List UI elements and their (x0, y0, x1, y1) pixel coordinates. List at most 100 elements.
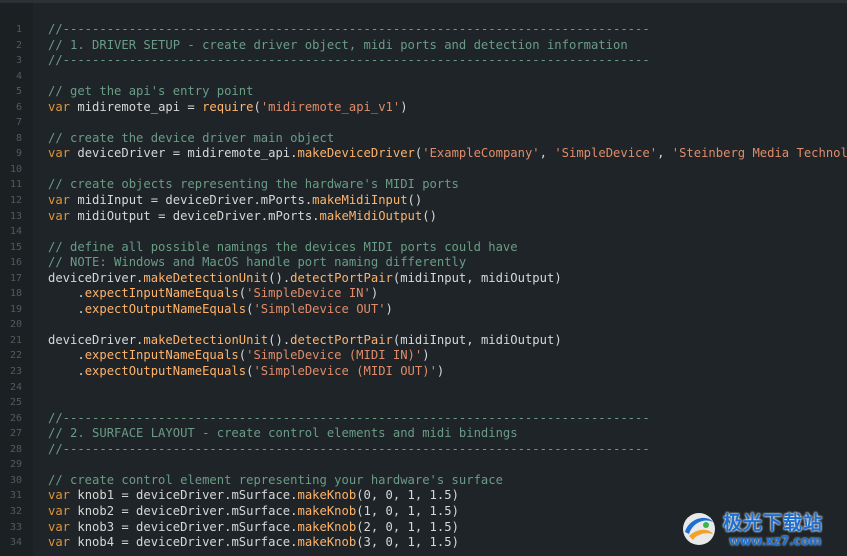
line-number: 27 (9, 428, 22, 440)
code-text: // create the device driver main object (48, 131, 334, 147)
code-token-text: ) (370, 286, 379, 301)
code-token-string: 'SimpleDevice' (554, 146, 658, 161)
code-line[interactable]: 27 // 2. SURFACE LAYOUT - create control … (0, 426, 847, 442)
code-line[interactable]: 13 var midiOutput = deviceDriver.mPorts.m… (0, 209, 847, 225)
code-line[interactable]: 14 (0, 224, 847, 240)
code-line[interactable]: 11 // create objects representing the har… (0, 177, 847, 193)
code-token-func: makeDetectionUnit (143, 270, 269, 285)
code-line[interactable]: 31 var knob1 = deviceDriver.mSurface.make… (0, 488, 847, 504)
code-line[interactable]: 10 (0, 162, 847, 178)
code-line[interactable]: 1 //-------------------------------------… (0, 22, 847, 38)
code-token-comment: //--------------------------------------… (48, 441, 650, 456)
code-line[interactable]: 25 (0, 395, 847, 411)
code-token-comment: //--------------------------------------… (48, 410, 650, 425)
line-number: 6 (15, 101, 22, 113)
code-line[interactable]: 8 // create the device driver main object (0, 131, 847, 147)
watermark-url: www.xz7.com (729, 534, 822, 548)
code-token-text: deviceDriver. (48, 270, 144, 285)
code-token-func: expectOutputNameEquals (84, 301, 247, 316)
code-line[interactable]: 7 (0, 115, 847, 131)
line-number: 19 (9, 303, 22, 315)
code-line[interactable]: 2 // 1. DRIVER SETUP - create driver obje… (0, 38, 847, 54)
code-line[interactable]: 16 // NOTE: Windows and MacOS handle port… (0, 255, 847, 271)
code-token-string: 'SimpleDevice (MIDI OUT)' (253, 364, 437, 379)
code-token-func: makeDeviceDriver (297, 146, 415, 161)
code-token-func: makeDetectionUnit (143, 332, 269, 347)
code-text: .expectOutputNameEquals('SimpleDevice (M… (48, 364, 444, 380)
code-token-text: (3, 0, 1, 1.5) (356, 535, 459, 550)
line-number: 22 (9, 350, 22, 362)
line-number: 29 (9, 459, 22, 471)
code-token-text: knob3 = deviceDriver.mSurface. (70, 519, 298, 534)
code-line[interactable]: 3 //-------------------------------------… (0, 53, 847, 69)
code-token-keyword: var (48, 519, 71, 534)
code-token-keyword: var (48, 503, 71, 518)
line-number: 25 (9, 397, 22, 409)
code-token-text: . (48, 364, 85, 379)
code-line[interactable]: 9 var deviceDriver = midiremote_api.makeD… (0, 146, 847, 162)
code-token-string: 'ExampleCompany' (422, 146, 540, 161)
code-editor[interactable]: 1 //-------------------------------------… (0, 0, 847, 556)
code-token-keyword: var (48, 99, 71, 114)
code-line[interactable]: 4 (0, 69, 847, 85)
code-line[interactable]: 20 (0, 317, 847, 333)
code-text: // 2. SURFACE LAYOUT - create control el… (48, 426, 518, 442)
code-area[interactable]: 1 //-------------------------------------… (0, 22, 847, 551)
line-number: 4 (15, 70, 22, 82)
line-number: 1 (15, 24, 22, 35)
code-token-func: makeKnob (297, 488, 357, 503)
line-number: 13 (9, 210, 22, 222)
code-line[interactable]: 22 .expectInputNameEquals('SimpleDevice … (0, 348, 847, 364)
code-text: // NOTE: Windows and MacOS handle port n… (48, 255, 466, 271)
code-text: var midiOutput = deviceDriver.mPorts.mak… (48, 209, 437, 225)
code-token-comment: // 2. SURFACE LAYOUT - create control el… (48, 426, 518, 441)
code-token-func: makeKnob (297, 503, 357, 518)
line-number: 21 (9, 334, 22, 346)
code-line[interactable]: 28 //------------------------------------… (0, 442, 847, 458)
line-number: 12 (9, 195, 22, 207)
code-line[interactable]: 23 .expectOutputNameEquals('SimpleDevice… (0, 364, 847, 380)
code-text: var knob4 = deviceDriver.mSurface.makeKn… (48, 535, 459, 551)
code-token-text: ) (436, 364, 445, 379)
code-token-func: detectPortPair (290, 332, 393, 347)
code-text: // create control element representing y… (48, 473, 503, 489)
code-token-text: () (422, 208, 437, 223)
code-token-text: (1, 0, 1, 1.5) (356, 503, 459, 518)
code-token-string: 'SimpleDevice (MIDI IN)' (246, 348, 423, 363)
line-number: 8 (15, 132, 22, 144)
line-number: 5 (15, 86, 22, 98)
code-line[interactable]: 5 // get the api's entry point (0, 84, 847, 100)
code-token-func: expectInputNameEquals (84, 348, 239, 363)
code-token-keyword: var (48, 488, 71, 503)
line-number: 26 (9, 412, 22, 424)
code-token-text: ) (400, 99, 408, 114)
code-line[interactable]: 19 .expectOutputNameEquals('SimpleDevice… (0, 302, 847, 318)
code-token-comment: // 1. DRIVER SETUP - create driver objec… (48, 37, 628, 52)
code-token-text: , (539, 146, 555, 161)
code-text: .expectInputNameEquals('SimpleDevice IN'… (48, 286, 378, 302)
code-line[interactable]: 21 deviceDriver.makeDetectionUnit().detec… (0, 333, 847, 349)
code-line[interactable]: 18 .expectInputNameEquals('SimpleDevice … (0, 286, 847, 302)
line-number: 28 (9, 443, 22, 455)
line-number: 34 (9, 537, 22, 549)
code-token-text: (2, 0, 1, 1.5) (356, 519, 459, 534)
code-token-keyword: var (48, 193, 71, 208)
line-number: 31 (9, 490, 22, 502)
code-text: // 1. DRIVER SETUP - create driver objec… (48, 38, 628, 54)
code-text: deviceDriver.makeDetectionUnit().detectP… (48, 271, 562, 287)
code-line[interactable]: 30 // create control element representing… (0, 473, 847, 489)
code-line[interactable]: 12 var midiInput = deviceDriver.mPorts.ma… (0, 193, 847, 209)
code-line[interactable]: 29 (0, 457, 847, 473)
code-token-func: makeMidiOutput (319, 208, 423, 223)
code-text: .expectOutputNameEquals('SimpleDevice OU… (48, 302, 393, 318)
code-line[interactable]: 17 deviceDriver.makeDetectionUnit().detec… (0, 271, 847, 287)
code-line[interactable]: 6 var midiremote_api = require('midiremot… (0, 100, 847, 116)
code-line[interactable]: 15 // define all possible namings the dev… (0, 240, 847, 256)
code-token-text: . (48, 286, 85, 301)
code-line[interactable]: 24 (0, 380, 847, 396)
code-token-text: ) (385, 301, 393, 316)
code-text: var knob2 = deviceDriver.mSurface.makeKn… (48, 504, 459, 520)
code-token-string: 'SimpleDevice IN' (246, 286, 371, 301)
line-number: 17 (9, 272, 22, 284)
code-line[interactable]: 26 //------------------------------------… (0, 411, 847, 427)
